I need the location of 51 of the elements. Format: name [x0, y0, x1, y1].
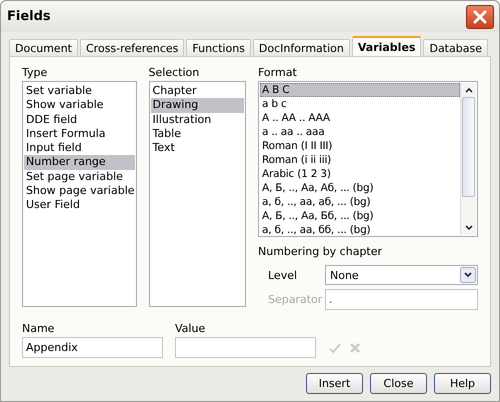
list-item[interactable]: Text — [150, 141, 244, 156]
format-label: Format — [258, 64, 298, 80]
list-item[interactable]: Arabic (1 2 3) — [260, 167, 460, 181]
list-item[interactable]: A .. AA .. AAA — [260, 111, 460, 125]
list-item[interactable]: Chapter — [150, 84, 244, 98]
level-dropdown[interactable]: None — [325, 265, 478, 285]
list-item[interactable]: a .. aa .. aaa — [260, 125, 460, 139]
list-item[interactable]: User Field — [24, 198, 135, 213]
list-item[interactable]: Roman (I II III) — [260, 139, 460, 153]
list-item[interactable]: Drawing — [150, 98, 244, 113]
list-item[interactable]: Show page variable — [24, 184, 135, 198]
value-field[interactable] — [175, 337, 316, 358]
name-field[interactable]: Appendix — [22, 337, 163, 358]
tab[interactable]: Functions — [186, 39, 251, 56]
list-item[interactable]: a b c — [260, 97, 460, 111]
tab[interactable]: Cross-references — [80, 39, 184, 56]
level-label: Level — [267, 268, 298, 282]
separator-label: Separator — [267, 292, 324, 306]
list-item[interactable]: Input field — [24, 141, 135, 156]
list-item[interactable]: Set page variable — [24, 170, 135, 184]
list-item[interactable]: Table — [150, 126, 244, 142]
list-item[interactable]: а, б, .., аа, аб, ... (bg) — [260, 195, 460, 209]
tab[interactable]: Variables — [352, 36, 422, 56]
list-item[interactable]: Insert Formula — [24, 126, 135, 142]
list-item[interactable]: DDE field — [24, 112, 135, 127]
value-label: Value — [175, 320, 206, 336]
list-item[interactable]: Number range — [24, 155, 135, 170]
scroll-up-icon[interactable] — [462, 85, 474, 95]
type-label: Type — [22, 64, 48, 80]
dialog-button[interactable]: Close — [370, 373, 427, 394]
close-button[interactable] — [466, 4, 494, 28]
list-item[interactable]: Illustration — [150, 112, 244, 127]
list-item[interactable]: А, Б, .., Аа, Бб, ... (bg) — [260, 209, 460, 223]
list-item[interactable]: Show variable — [24, 98, 135, 113]
close-icon — [472, 8, 488, 24]
name-label: Name — [22, 320, 56, 336]
list-item[interactable]: Roman (i ii iii) — [260, 153, 460, 167]
tab[interactable]: DocInformation — [252, 39, 350, 56]
list-item[interactable]: A B C — [260, 83, 460, 97]
selection-label: Selection — [148, 64, 200, 80]
list-item[interactable]: Set variable — [24, 84, 135, 98]
dialog-button[interactable]: Insert — [306, 373, 363, 394]
list-item[interactable]: а, б, .., аа, бб, ... (bg) — [260, 223, 460, 235]
window-title: Fields — [7, 9, 51, 24]
scrollbar[interactable] — [460, 83, 476, 235]
tab[interactable]: Database — [423, 39, 488, 56]
dialog-button[interactable]: Help — [434, 373, 491, 394]
tab[interactable]: Document — [9, 39, 78, 56]
scroll-down-icon[interactable] — [462, 223, 474, 233]
list-item[interactable]: А, Б, .., Аа, Аб, ... (bg) — [260, 181, 460, 195]
numbering-by-chapter-label: Numbering by chapter — [258, 245, 384, 260]
